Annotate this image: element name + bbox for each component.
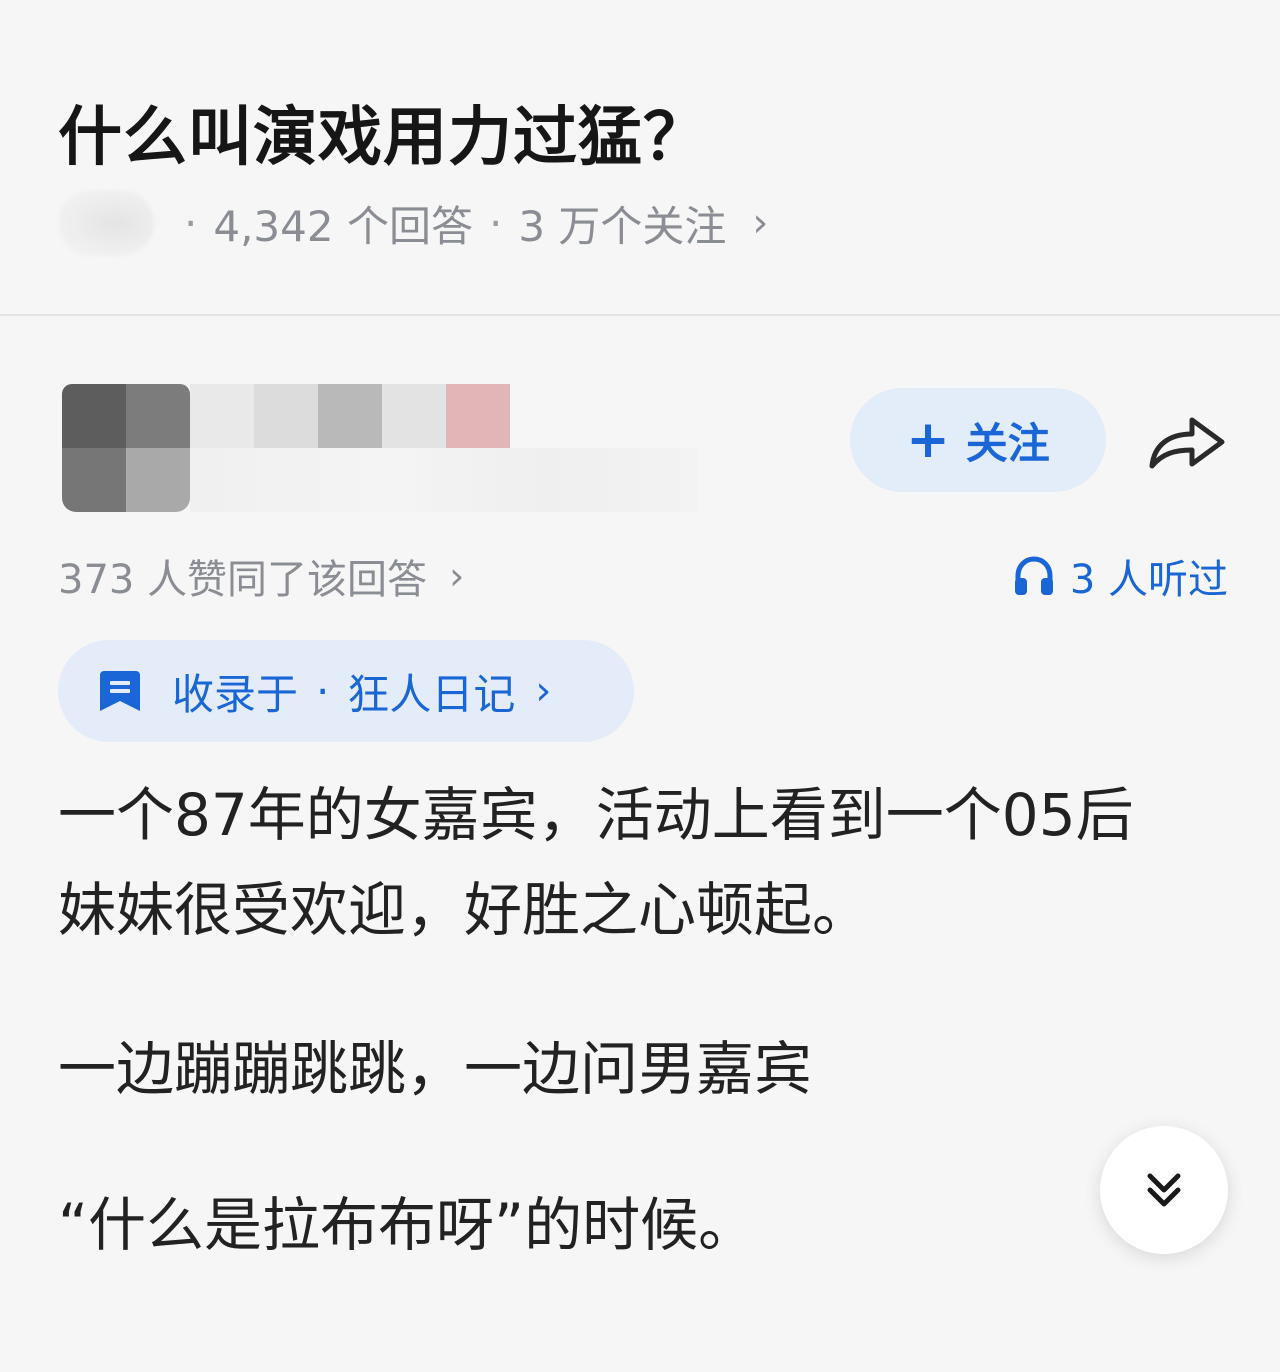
asker-avatar[interactable] <box>58 190 154 256</box>
chevron-right-icon: › <box>535 668 552 714</box>
answer-paragraph: “什么是拉布布呀”的时候。 <box>58 1178 756 1273</box>
share-arrow-icon <box>1149 417 1225 469</box>
share-button[interactable] <box>1140 400 1236 480</box>
bookmark-doc-icon <box>100 671 140 711</box>
collection-chip[interactable]: 收录于 · 狂人日记 › <box>58 640 634 742</box>
upvote-summary-text: 373 人赞同了该回答 <box>58 557 428 603</box>
answer-line: 妹妹很受欢迎，好胜之心顿起。 <box>58 876 871 944</box>
question-title[interactable]: 什么叫演戏用力过猛？ <box>58 86 708 178</box>
answer-line: 一边蹦蹦跳跳，一边问男嘉宾 <box>58 1035 813 1103</box>
collection-separator: · <box>316 666 330 716</box>
headphone-icon <box>1014 556 1053 595</box>
answer-paragraph: 一个87年的女嘉宾，活动上看到一个05后 妹妹很受欢迎，好胜之心顿起。 <box>58 768 1134 958</box>
listen-count[interactable]: 3 人听过 <box>1012 548 1228 604</box>
upvote-summary[interactable]: 373 人赞同了该回答 › <box>58 548 464 604</box>
divider <box>0 314 1280 316</box>
answer-page: 什么叫演戏用力过猛？ · 4,342 个回答 · 3 万个关注 › + 关注 3… <box>0 0 1280 1372</box>
collection-prefix: 收录于 <box>172 669 299 719</box>
question-meta[interactable]: · 4,342 个回答 · 3 万个关注 › <box>58 188 768 258</box>
plus-icon: + <box>906 410 950 470</box>
author-headline <box>190 448 698 512</box>
follow-label: 关注 <box>965 418 1050 468</box>
meta-separator: · <box>488 198 503 248</box>
double-chevron-down-icon <box>1147 1173 1181 1207</box>
answer-paragraph: 一边蹦蹦跳跳，一边问男嘉宾 <box>58 1022 812 1117</box>
chevron-right-icon: › <box>449 554 465 598</box>
follower-count: 3 万个关注 <box>518 201 727 251</box>
author-name[interactable] <box>190 384 510 448</box>
author-info[interactable] <box>62 378 702 514</box>
collapse-button[interactable] <box>1100 1126 1228 1254</box>
follow-button[interactable]: + 关注 <box>850 388 1106 492</box>
author-avatar[interactable] <box>62 384 190 512</box>
answer-count: 4,342 个回答 <box>213 201 473 251</box>
chevron-right-icon: › <box>752 200 769 246</box>
meta-separator: · <box>184 198 198 248</box>
answer-line: “什么是拉布布呀”的时候。 <box>58 1191 757 1259</box>
answer-line: 一个87年的女嘉宾，活动上看到一个05后 <box>58 781 1134 849</box>
collection-name: 狂人日记 <box>347 669 516 719</box>
listen-count-text: 3 人听过 <box>1069 557 1228 603</box>
